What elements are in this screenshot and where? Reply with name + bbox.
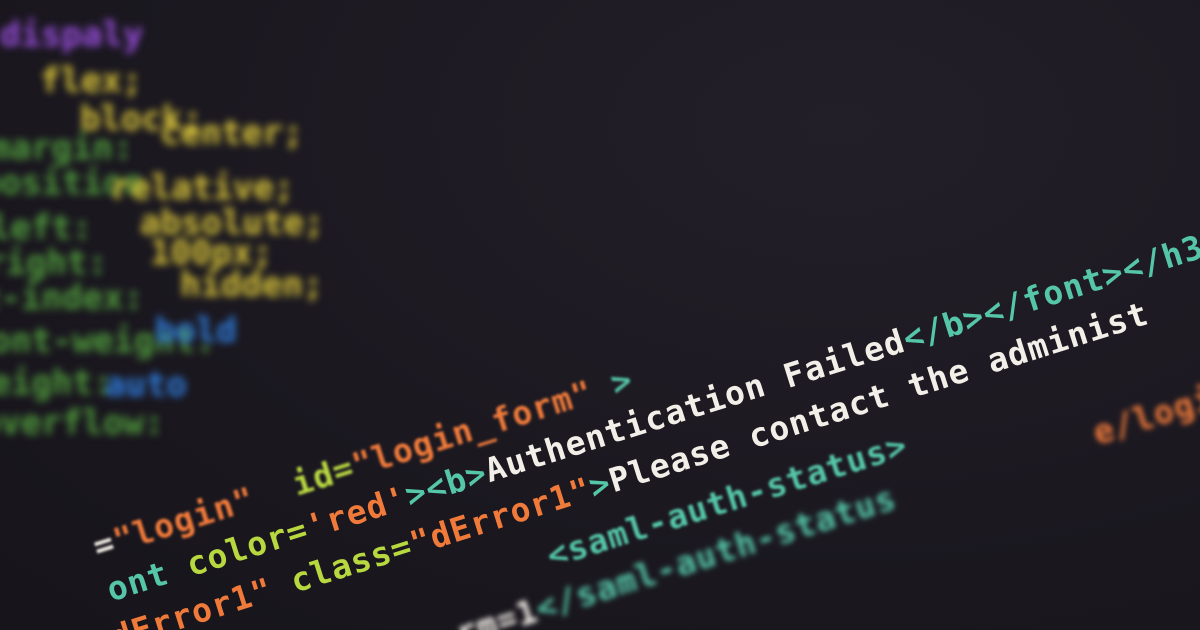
code-token: rm=1 bbox=[451, 590, 543, 630]
code-token: e/login.php' bbox=[1088, 339, 1200, 453]
css-line: dispaly bbox=[0, 15, 144, 55]
code-line-font: ont color='red'><b>Authentication Failed… bbox=[102, 221, 1200, 610]
css-line: center; bbox=[160, 113, 304, 153]
code-token: > bbox=[605, 359, 638, 404]
code-editor-screen: dispaly flex; block; center; margin: pos… bbox=[0, 0, 1200, 630]
